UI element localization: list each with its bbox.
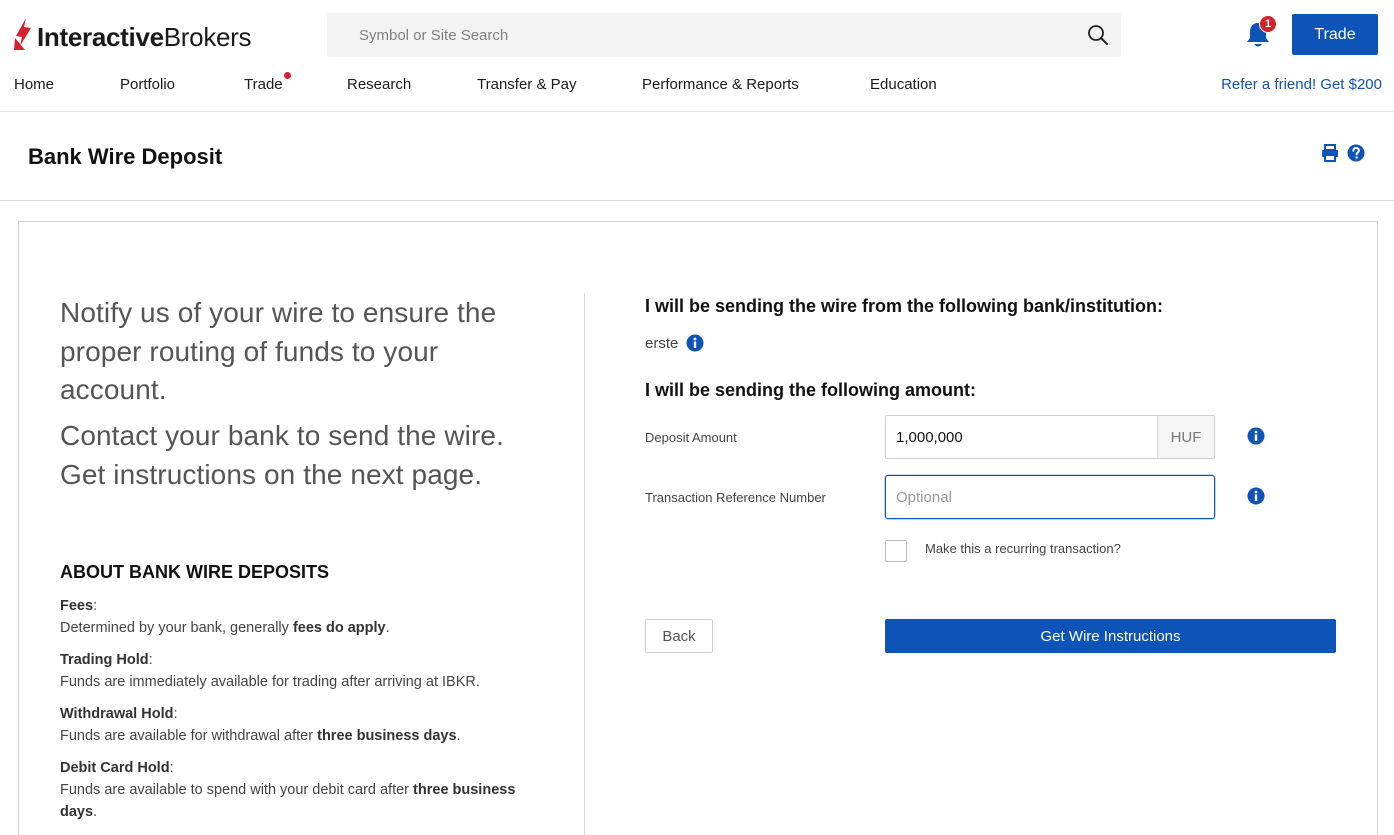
fact-suffix: . xyxy=(456,728,461,744)
recurring-checkbox[interactable] xyxy=(885,540,907,562)
nav-portfolio[interactable]: Portfolio xyxy=(120,76,175,93)
fact-text: Determined by your bank, generally xyxy=(60,620,293,636)
column-divider xyxy=(584,293,585,835)
get-wire-instructions-button[interactable]: Get Wire Instructions xyxy=(885,619,1336,653)
fact-label: Withdrawal Hold xyxy=(60,706,174,722)
info-icon[interactable] xyxy=(1247,487,1265,505)
back-button[interactable]: Back xyxy=(645,619,713,653)
page-title-band: Bank Wire Deposit xyxy=(0,113,1394,201)
reference-number-label: Transaction Reference Number xyxy=(645,490,826,505)
amount-heading: I will be sending the following amount: xyxy=(645,380,976,400)
ib-logo[interactable]: InteractiveBrokers xyxy=(13,14,252,54)
info-icon[interactable] xyxy=(686,334,704,352)
refer-friend-link[interactable]: Refer a friend! Get $200 xyxy=(1221,76,1382,93)
page-title: Bank Wire Deposit xyxy=(28,144,223,169)
notification-badge: 1 xyxy=(1259,15,1277,33)
search-input[interactable] xyxy=(327,26,1067,44)
fact-text: Funds are available to spend with your d… xyxy=(60,782,414,798)
about-heading: ABOUT BANK WIRE DEPOSITS xyxy=(60,562,330,582)
fact-emphasis: fees do apply xyxy=(292,620,386,636)
fact-debit-card-hold: Debit Card Hold: Funds are available to … xyxy=(60,760,516,820)
fact-text: Funds are immediately available for trad… xyxy=(60,674,480,690)
currency-addon: HUF xyxy=(1157,416,1214,458)
ib-logo-text: InteractiveBrokers xyxy=(37,21,252,53)
fact-suffix: . xyxy=(385,620,390,636)
deposit-amount-input[interactable] xyxy=(886,416,1157,458)
fact-fees: Fees: Determined by your bank, generally… xyxy=(60,598,390,636)
nav-education[interactable]: Education xyxy=(870,76,937,93)
bank-name: erste xyxy=(645,335,679,352)
fact-text: Funds are available for withdrawal after xyxy=(60,728,318,744)
fact-suffix: . xyxy=(93,804,98,820)
nav-home[interactable]: Home xyxy=(14,76,54,93)
fact-label: Fees xyxy=(60,598,94,614)
fact-emphasis: three business days xyxy=(317,728,457,744)
ib-logo-icon xyxy=(14,18,31,50)
search-icon[interactable] xyxy=(1087,24,1109,46)
site-search xyxy=(327,13,1121,57)
logo-text-bold: Interactive xyxy=(37,21,164,52)
fact-withdrawal-hold: Withdrawal Hold: Funds are available for… xyxy=(60,706,461,744)
deposit-amount-group: HUF xyxy=(885,415,1215,459)
reference-number-input[interactable] xyxy=(885,475,1215,519)
fact-label: Debit Card Hold xyxy=(60,760,170,776)
nav-performance-reports[interactable]: Performance & Reports xyxy=(642,76,799,93)
bank-heading: I will be sending the wire from the foll… xyxy=(645,296,1164,316)
info-icon[interactable] xyxy=(1247,427,1265,445)
fact-trading-hold: Trading Hold: Funds are immediately avai… xyxy=(60,652,480,690)
deposit-amount-label: Deposit Amount xyxy=(645,430,737,445)
lead-notify-text: Notify us of your wire to ensure the pro… xyxy=(60,297,497,405)
nav-trade[interactable]: Trade xyxy=(244,76,283,93)
print-icon[interactable] xyxy=(1321,144,1339,162)
nav-research[interactable]: Research xyxy=(347,76,411,93)
logo-text-regular: Brokers xyxy=(163,21,252,52)
recurring-label[interactable]: Make this a recurring transaction? xyxy=(925,541,1121,556)
nav-trade-indicator xyxy=(284,72,291,79)
lead-contact-text: Contact your bank to send the wire. Get … xyxy=(60,420,504,490)
help-icon[interactable] xyxy=(1347,144,1365,162)
top-header: InteractiveBrokers 1 Trade Home Portfoli… xyxy=(0,0,1394,112)
nav-transfer-pay[interactable]: Transfer & Pay xyxy=(477,76,576,93)
trade-button[interactable]: Trade xyxy=(1292,14,1378,55)
fact-label: Trading Hold xyxy=(60,652,149,668)
